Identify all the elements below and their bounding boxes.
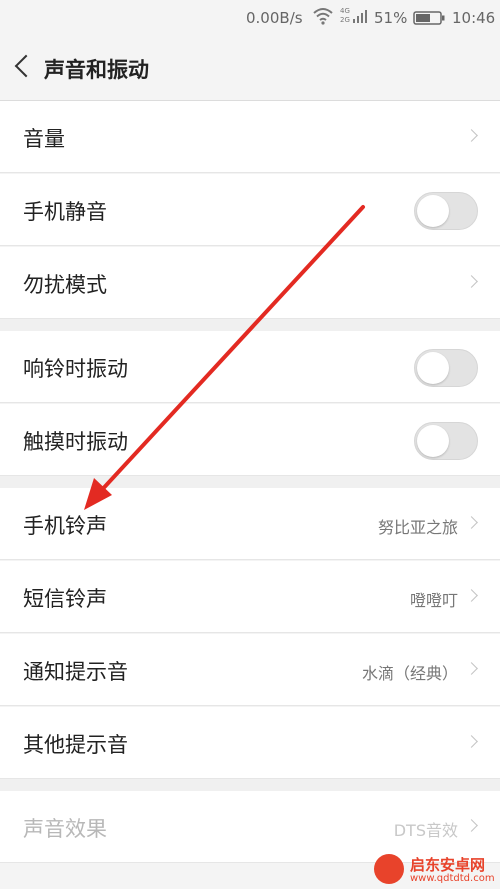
section-divider (0, 476, 500, 488)
setting-row-touch-vibrate: 触摸时振动 (0, 404, 500, 476)
toggle-knob (417, 195, 449, 227)
setting-row-ringtone[interactable]: 手机铃声 努比亚之旅 (0, 488, 500, 560)
app-header: 声音和振动 (0, 36, 500, 101)
section-divider (0, 779, 500, 791)
silent-toggle[interactable] (414, 192, 478, 230)
setting-label: 声音效果 (23, 817, 107, 841)
status-bar: 0.00B/s 4G 2G 51% 10:46 (0, 0, 500, 36)
setting-row-other-tones[interactable]: 其他提示音 (0, 707, 500, 779)
battery-icon (413, 11, 445, 29)
setting-row-notification-tone[interactable]: 通知提示音 水滴（经典） (0, 634, 500, 706)
setting-label: 触摸时振动 (23, 430, 128, 454)
network-type-label: 4G 2G (340, 7, 350, 24)
watermark-logo (374, 854, 404, 884)
clock: 10:46 (452, 9, 496, 27)
ring-vibrate-toggle[interactable] (414, 349, 478, 387)
watermark-title: 启东安卓网 (410, 856, 486, 874)
network-speed: 0.00B/s (246, 9, 303, 27)
setting-value: DTS音效 (393, 821, 458, 840)
setting-value: 噔噔叮 (409, 591, 458, 610)
chevron-right-icon (465, 516, 478, 529)
touch-vibrate-toggle[interactable] (414, 422, 478, 460)
chevron-right-icon (465, 589, 478, 602)
chevron-right-icon (465, 819, 478, 832)
chevron-right-icon (465, 129, 478, 142)
setting-row-sms-tone[interactable]: 短信铃声 噔噔叮 (0, 561, 500, 633)
setting-row-silent: 手机静音 (0, 174, 500, 246)
setting-value: 努比亚之旅 (377, 518, 458, 537)
setting-label: 勿扰模式 (23, 273, 107, 297)
chevron-right-icon (465, 275, 478, 288)
site-watermark: 启东安卓网 www.qdtdtd.com (370, 852, 500, 889)
setting-row-ring-vibrate: 响铃时振动 (0, 331, 500, 403)
battery-percent: 51% (374, 9, 408, 27)
chevron-left-icon[interactable] (14, 54, 38, 78)
setting-label: 其他提示音 (23, 733, 128, 757)
setting-row-dnd[interactable]: 勿扰模式 (0, 247, 500, 319)
toggle-knob (417, 425, 449, 457)
setting-label: 响铃时振动 (23, 357, 128, 381)
setting-label: 通知提示音 (23, 660, 128, 684)
setting-label: 手机静音 (23, 200, 107, 224)
chevron-right-icon (465, 662, 478, 675)
chevron-right-icon (465, 735, 478, 748)
setting-label: 音量 (23, 127, 65, 151)
wifi-icon (313, 7, 333, 29)
page-title: 声音和振动 (44, 58, 149, 82)
setting-value: 水滴（经典） (361, 664, 458, 683)
section-divider (0, 319, 500, 331)
setting-label: 短信铃声 (23, 587, 107, 611)
cell-signal-icon: 4G 2G (340, 7, 370, 27)
toggle-knob (417, 352, 449, 384)
setting-row-volume[interactable]: 音量 (0, 101, 500, 173)
watermark-url: www.qdtdtd.com (410, 873, 495, 884)
setting-label: 手机铃声 (23, 514, 107, 538)
